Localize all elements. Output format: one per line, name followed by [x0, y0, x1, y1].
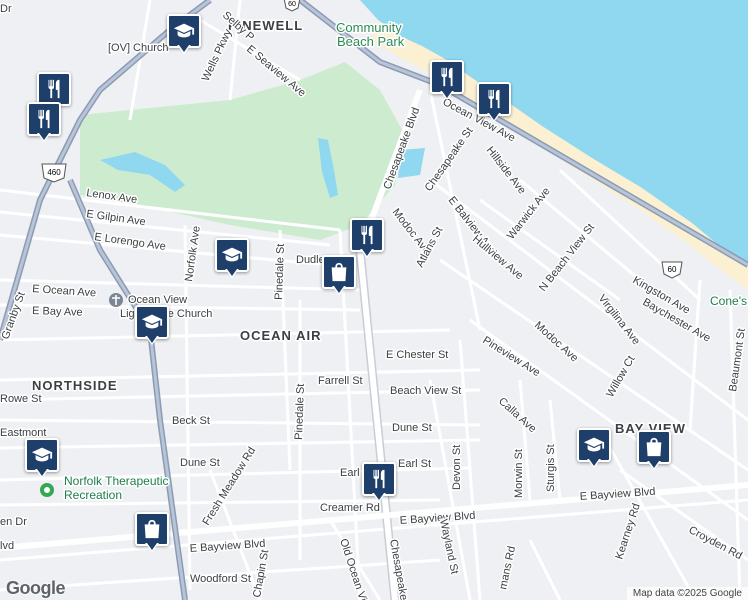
- svg-text:460: 460: [47, 168, 61, 177]
- area-label-ocean-air: OCEAN AIR: [240, 328, 321, 343]
- graduation-cap-icon: [583, 437, 605, 452]
- map-attribution[interactable]: Map data ©2025 Google: [626, 587, 748, 600]
- google-logo: Google: [6, 578, 66, 598]
- svg-text:lvd: lvd: [0, 540, 14, 552]
- svg-text:Pinedale St: Pinedale St: [293, 383, 307, 440]
- school-marker-4[interactable]: [25, 438, 59, 482]
- park-pin-icon[interactable]: [40, 483, 54, 497]
- svg-text:Dr: Dr: [0, 3, 12, 15]
- place-label-cones[interactable]: Cone's: [709, 293, 748, 310]
- fork-knife-icon: [38, 109, 50, 129]
- shopping-marker-3[interactable]: [135, 512, 169, 556]
- graduation-cap-icon: [31, 447, 53, 462]
- school-marker-3[interactable]: [135, 305, 169, 349]
- fork-knife-icon: [488, 89, 500, 109]
- svg-text:Earl: Earl: [340, 467, 360, 479]
- school-marker-1[interactable]: [167, 14, 201, 58]
- school-marker-2[interactable]: [215, 238, 249, 282]
- church-pin-icon[interactable]: [109, 293, 123, 307]
- svg-text:en Dr: en Dr: [0, 516, 27, 528]
- restaurant-marker-4[interactable]: [477, 82, 511, 126]
- svg-text:Farrell St: Farrell St: [318, 375, 363, 387]
- svg-text:60: 60: [288, 1, 296, 8]
- svg-text:E Bay Ave: E Bay Ave: [32, 305, 83, 319]
- restaurant-marker-6[interactable]: [362, 462, 396, 506]
- graduation-cap-icon: [221, 247, 243, 262]
- fork-knife-icon: [441, 67, 453, 87]
- park-label-line1[interactable]: Community: [335, 19, 404, 37]
- shopping-bag-icon: [144, 519, 160, 539]
- shopping-bag-icon: [646, 437, 662, 457]
- area-label-northside: NORTHSIDE: [32, 378, 118, 393]
- svg-text:60: 60: [668, 265, 677, 274]
- fork-knife-icon: [361, 225, 373, 245]
- svg-text:Beck St: Beck St: [172, 415, 210, 427]
- svg-text:Dune St: Dune St: [180, 457, 220, 469]
- restaurant-marker-3[interactable]: [430, 60, 464, 104]
- svg-text:Pinedale St: Pinedale St: [273, 243, 287, 300]
- place-label-norfolk-therapeutic-2[interactable]: Recreation: [63, 487, 124, 504]
- shopping-marker-2[interactable]: [637, 430, 671, 474]
- svg-text:Woodford St: Woodford St: [190, 573, 251, 585]
- fork-knife-icon: [48, 79, 60, 99]
- svg-text:Sturgis St: Sturgis St: [545, 444, 557, 492]
- graduation-cap-icon: [141, 314, 163, 329]
- restaurant-marker-2[interactable]: [27, 102, 61, 146]
- map-canvas[interactable]: 60 60 460 PINEWELL OCEAN AIR NORTHSIDE B…: [0, 0, 748, 600]
- svg-text:Dune St: Dune St: [392, 422, 432, 434]
- shopping-bag-icon: [331, 262, 347, 282]
- graduation-cap-icon: [173, 23, 195, 38]
- svg-text:Morwin St: Morwin St: [513, 449, 525, 498]
- svg-text:Rowe St: Rowe St: [0, 393, 42, 405]
- school-marker-5[interactable]: [577, 428, 611, 472]
- svg-text:E Chester St: E Chester St: [386, 349, 448, 361]
- svg-text:Beach View St: Beach View St: [390, 385, 461, 397]
- place-label-ov-church[interactable]: [OV] Church: [107, 41, 171, 56]
- place-label-norfolk-therapeutic-1[interactable]: Norfolk Therapeutic: [63, 473, 171, 490]
- park-label-line2[interactable]: Beach Park: [336, 33, 407, 51]
- svg-text:Earl St: Earl St: [398, 458, 431, 470]
- svg-text:Devon St: Devon St: [451, 445, 463, 490]
- shopping-marker-1[interactable]: [322, 255, 356, 299]
- fork-knife-icon: [373, 469, 385, 489]
